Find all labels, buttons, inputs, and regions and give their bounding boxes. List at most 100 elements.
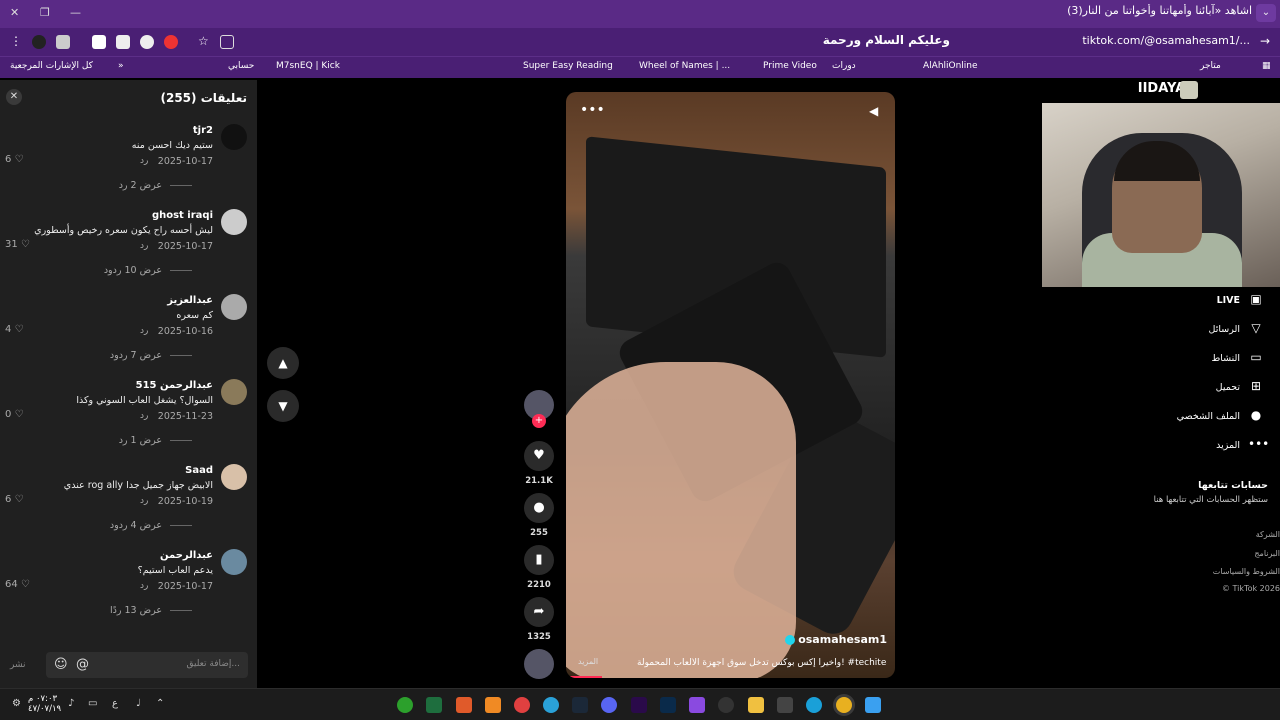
system-clock[interactable]: ٠٧:٠٣ م ٤٧/٠٧/١٩	[28, 694, 61, 714]
comment-likes[interactable]: 31 ♡	[5, 239, 30, 250]
comment-input[interactable]: ☺ @ إضافة تعليق...	[46, 652, 248, 678]
follow-plus-icon[interactable]: +	[532, 414, 546, 428]
store-icon[interactable]	[777, 697, 793, 713]
caption-more-button[interactable]: المزيد	[578, 657, 598, 666]
extension-icon[interactable]	[56, 35, 70, 49]
avatar[interactable]	[221, 464, 247, 490]
photoshop-icon[interactable]	[660, 697, 676, 713]
comment-bubble-icon[interactable]: ●	[524, 493, 554, 523]
reply-button[interactable]: رد	[140, 156, 148, 166]
premiere-icon[interactable]	[631, 697, 647, 713]
previous-video-button[interactable]: ▲	[267, 347, 299, 379]
close-window-icon[interactable]: ✕	[10, 6, 19, 19]
steam-icon[interactable]	[572, 697, 588, 713]
view-replies[interactable]: عرض 10 ردود	[104, 265, 192, 276]
sidebar-item-upload[interactable]: تحميل ⊞	[1216, 379, 1264, 399]
close-icon[interactable]: ✕	[6, 89, 22, 105]
view-replies[interactable]: عرض 2 رد	[119, 180, 192, 191]
view-replies[interactable]: عرض 7 ردود	[110, 350, 192, 361]
reply-button[interactable]: رد	[140, 241, 148, 251]
view-replies[interactable]: عرض 1 رد	[119, 435, 192, 446]
bookmark-reading[interactable]: Super Easy Reading	[523, 61, 613, 71]
sidebar-item-activity[interactable]: النشاط ▭	[1211, 350, 1264, 370]
active-tab[interactable]: (3)اشاهد «آبائنا وأمهاتنا وأخواتنا من ال…	[1022, 4, 1252, 26]
avatar[interactable]	[221, 549, 247, 575]
mention-icon[interactable]: @	[76, 657, 89, 672]
bookmark-account[interactable]: حسابي	[228, 61, 254, 71]
xbox-icon[interactable]	[397, 697, 413, 713]
network-icon[interactable]: ▭	[88, 698, 97, 709]
bookmark-prime[interactable]: Prime Video	[763, 61, 817, 71]
bookmark-kick[interactable]: M7snEQ | Kick	[276, 61, 340, 71]
comment-likes[interactable]: 0 ♡	[5, 409, 24, 420]
app-icon[interactable]	[514, 697, 530, 713]
post-button[interactable]: نشر	[10, 660, 26, 670]
bookmark-wheel[interactable]: Wheel of Names | ...	[639, 61, 730, 71]
sidebar-item-messages[interactable]: الرسائل ▽	[1209, 321, 1264, 341]
apps-grid-icon[interactable]: ▦	[1262, 61, 1271, 71]
comment-user[interactable]: Saad	[185, 465, 213, 476]
file-explorer-icon[interactable]	[748, 697, 764, 713]
video-author[interactable]: osamahesam1	[785, 633, 887, 646]
share-icon[interactable]	[220, 35, 234, 49]
sidebar-item-more[interactable]: المزيد •••	[1216, 437, 1269, 457]
footer-link[interactable]: البرنامج	[1254, 549, 1280, 558]
avatar[interactable]	[221, 209, 247, 235]
extension-icon[interactable]	[140, 35, 154, 49]
comment-likes[interactable]: 6 ♡	[5, 494, 24, 505]
edge-icon[interactable]	[806, 697, 822, 713]
app-icon[interactable]	[689, 697, 705, 713]
music-disc[interactable]	[524, 649, 554, 679]
footer-link[interactable]: الشركة	[1256, 530, 1280, 539]
bookmark-icon[interactable]: ▮	[524, 545, 554, 575]
comment-action[interactable]: ● 255	[524, 493, 554, 538]
microphone-icon[interactable]: ♩	[136, 698, 141, 709]
comment-likes[interactable]: 64 ♡	[5, 579, 30, 590]
save-action[interactable]: ▮ 2210	[524, 545, 554, 590]
chrome-icon[interactable]	[836, 697, 852, 713]
bookmark-all[interactable]: كل الإشارات المرجعية	[10, 61, 93, 71]
reply-button[interactable]: رد	[140, 496, 148, 506]
reply-button[interactable]: رد	[140, 326, 148, 336]
back-arrow-icon[interactable]: →	[1260, 34, 1270, 48]
avatar[interactable]	[221, 124, 247, 150]
comment-likes[interactable]: 6 ♡	[5, 154, 24, 165]
view-replies[interactable]: عرض 4 ردود	[110, 520, 192, 531]
menu-dots-icon[interactable]: ⋮	[10, 34, 22, 48]
next-video-button[interactable]: ▼	[267, 390, 299, 422]
avatar[interactable]	[221, 379, 247, 405]
extensions-puzzle-icon[interactable]	[92, 35, 106, 49]
url-field[interactable]: tiktok.com/@osamahesam1/...	[1082, 34, 1250, 47]
keyboard-language-icon[interactable]: ع	[112, 698, 118, 709]
extension-icon[interactable]	[116, 35, 130, 49]
comment-user[interactable]: عبدالعزيز	[167, 295, 213, 306]
telegram-icon[interactable]	[543, 697, 559, 713]
brave-icon[interactable]	[456, 697, 472, 713]
discord-icon[interactable]	[601, 697, 617, 713]
comment-likes[interactable]: 4 ♡	[5, 324, 24, 335]
share-action[interactable]: ➦ 1325	[524, 597, 554, 642]
bookmark-star-icon[interactable]: ☆	[198, 34, 209, 48]
volume-icon[interactable]: ◀	[869, 104, 881, 118]
reply-button[interactable]: رد	[140, 581, 148, 591]
comment-user[interactable]: عبدالرحمن 515	[136, 380, 213, 391]
video-player[interactable]: ••• ◀ osamahesam1 وأخيراً إكس بوكس تدخل …	[566, 92, 895, 678]
minimize-window-icon[interactable]: —	[70, 6, 81, 19]
heart-icon[interactable]: ♥	[524, 441, 554, 471]
extension-icon[interactable]	[32, 35, 46, 49]
volume-icon[interactable]: ♪	[68, 698, 74, 709]
bookmark-stores[interactable]: متاجر	[1200, 61, 1221, 71]
sidebar-item-live[interactable]: LIVE ▣	[1217, 292, 1264, 312]
comment-user[interactable]: ghost iraqi	[152, 210, 213, 221]
like-action[interactable]: ♥ 21.1K	[524, 441, 554, 486]
windows-start-icon[interactable]	[865, 697, 881, 713]
footer-link[interactable]: الشروط والسياسات	[1213, 567, 1280, 576]
avatar[interactable]	[221, 294, 247, 320]
obs-icon[interactable]	[718, 697, 734, 713]
emoji-icon[interactable]: ☺	[54, 657, 68, 672]
reply-button[interactable]: رد	[140, 411, 148, 421]
restore-window-icon[interactable]: ❐	[40, 6, 50, 19]
bookmarks-overflow-icon[interactable]: »	[118, 61, 124, 71]
bookmark-ahli[interactable]: AlAhliOnline	[923, 61, 978, 71]
video-progress-bar[interactable]	[566, 676, 603, 678]
